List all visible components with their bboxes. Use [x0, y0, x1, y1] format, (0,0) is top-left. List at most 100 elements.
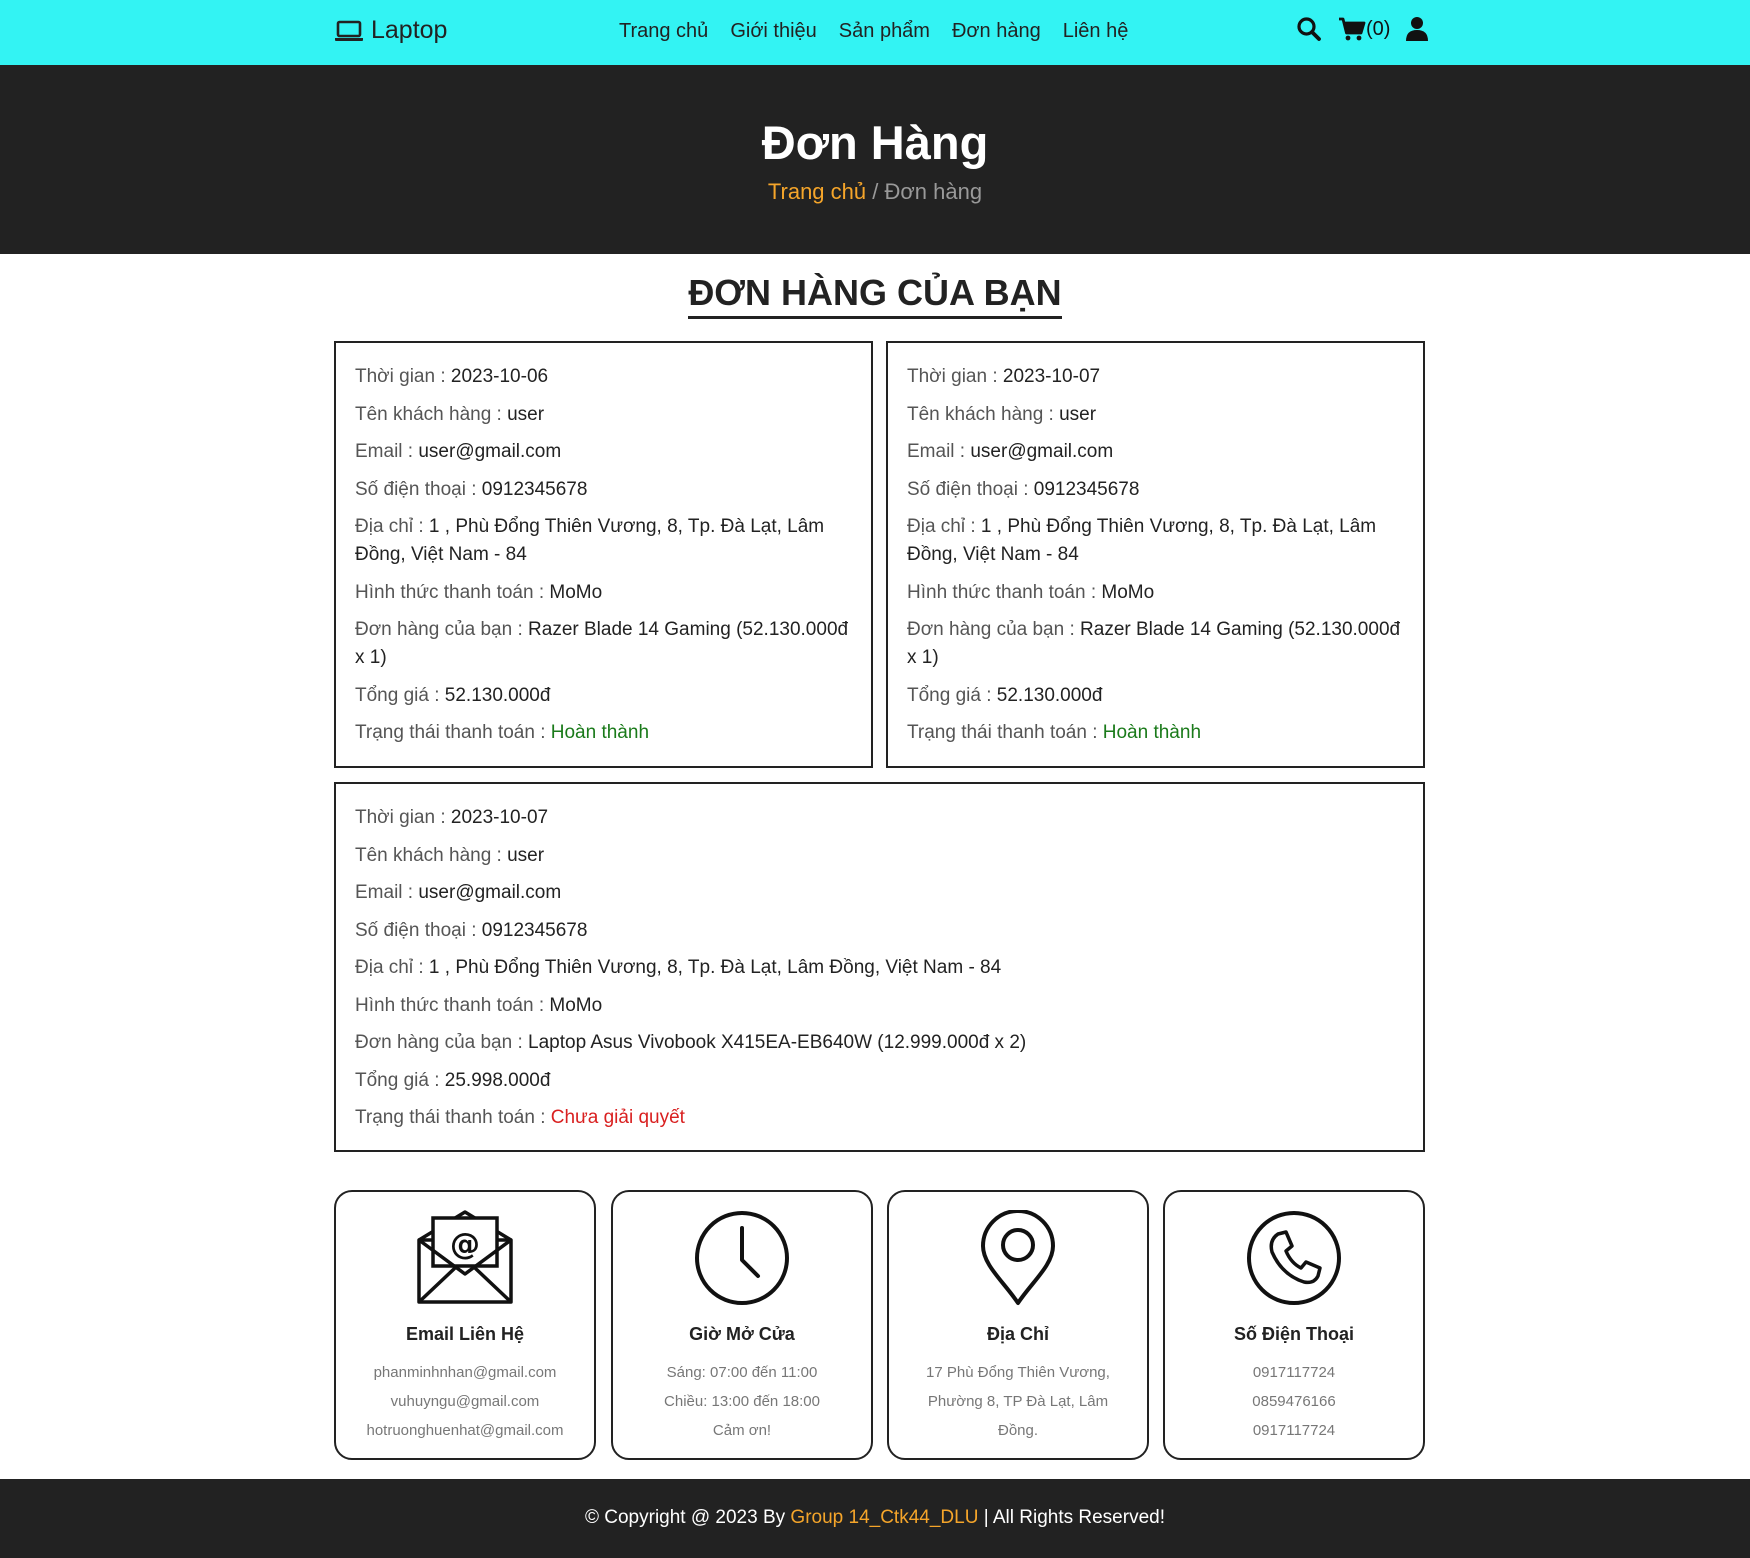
order-customer-label: Tên khách hàng : [907, 403, 1060, 425]
clock-icon [613, 1210, 871, 1306]
order-address-row: Địa chỉ : 1 , Phù Đổng Thiên Vương, 8, T… [355, 513, 852, 569]
order-phone-value: 0912345678 [481, 478, 588, 500]
hours-thanks: Cảm ơn! [712, 1422, 772, 1439]
order-phone-row: Số điện thoại : 0912345678 [355, 476, 852, 504]
brand-logo[interactable]: Laptop [334, 16, 447, 45]
order-status-value: Hoàn thành [550, 722, 650, 743]
main-nav: Trang chủ Giới thiệu Sản phẩm Đơn hàng L… [619, 20, 1150, 43]
contact-card-email: @ Email Liên Hệ phanminhnhan@gmail.com v… [334, 1190, 596, 1460]
order-address-row: Địa chỉ : 1 , Phù Đổng Thiên Vương, 8, T… [907, 513, 1404, 569]
footer-group-link[interactable]: Group 14_Ctk44_DLU [790, 1507, 978, 1528]
order-email-row: Email : user@gmail.com [907, 438, 1404, 466]
order-total-row: Tổng giá : 52.130.000đ [907, 682, 1404, 710]
order-status-row: Trạng thái thanh toán : Chưa giải quyết [355, 1104, 1404, 1132]
order-items-row: Đơn hàng của bạn : Laptop Asus Vivobook … [355, 1029, 1404, 1057]
nav-item-home[interactable]: Trang chủ [619, 20, 708, 43]
address-line-3: Đồng. [997, 1422, 1039, 1439]
order-items-label: Đơn hàng của bạn : [355, 1032, 529, 1053]
order-address-row: Địa chỉ : 1 , Phù Đổng Thiên Vương, 8, T… [355, 954, 1404, 982]
contact-email-2[interactable]: vuhuyngu@gmail.com [346, 1387, 584, 1416]
order-status-value: Chưa giải quyết [550, 1107, 685, 1128]
order-payment-row: Hình thức thanh toán : MoMo [907, 579, 1404, 607]
order-time-label: Thời gian : [907, 366, 1003, 387]
breadcrumb-current: Đơn hàng [884, 179, 983, 204]
order-customer-label: Tên khách hàng : [355, 403, 508, 425]
contact-card-title: Giờ Mở Cửa [689, 1324, 795, 1344]
order-email-value: user@gmail.com [418, 441, 562, 462]
order-payment-value: MoMo [549, 581, 603, 603]
contact-card-title: Địa Chỉ [986, 1324, 1049, 1344]
order-payment-label: Hình thức thanh toán : [355, 581, 550, 603]
nav-item-products[interactable]: Sản phẩm [839, 20, 930, 43]
phone-number-1[interactable]: 0917117724 [1175, 1358, 1413, 1387]
order-customer-row: Tên khách hàng : user [355, 401, 852, 429]
laptop-icon [335, 20, 363, 41]
nav-item-contact[interactable]: Liên hệ [1063, 20, 1129, 43]
order-total-value: 52.130.000đ [996, 684, 1103, 706]
order-total-label: Tổng giá : [355, 1069, 445, 1091]
order-email-label: Email : [907, 441, 971, 462]
cart-button[interactable]: (0) [1338, 16, 1390, 42]
search-icon[interactable] [1296, 16, 1322, 42]
order-payment-value: MoMo [1101, 581, 1155, 603]
address-line-2: Phường 8, TP Đà Lạt, Lâm [927, 1393, 1109, 1410]
order-items-row: Đơn hàng của bạn : Razer Blade 14 Gaming… [355, 616, 852, 672]
order-status-label: Trạng thái thanh toán : [907, 722, 1103, 743]
order-customer-value: user [1059, 403, 1097, 425]
svg-text:@: @ [450, 1227, 480, 1262]
order-customer-value: user [507, 403, 545, 425]
footer-rights: | All Rights Reserved! [978, 1507, 1165, 1528]
phone-icon [1165, 1210, 1423, 1306]
order-customer-row: Tên khách hàng : user [355, 842, 1404, 870]
order-email-value: user@gmail.com [418, 882, 562, 903]
order-payment-label: Hình thức thanh toán : [907, 581, 1102, 603]
order-items-value: Laptop Asus Vivobook X415EA-EB640W (12.9… [528, 1032, 1027, 1053]
order-time-label: Thời gian : [355, 807, 451, 828]
envelope-icon: @ [336, 1210, 594, 1306]
contact-card-hours: Giờ Mở Cửa Sáng: 07:00 đến 11:00 Chiều: … [611, 1190, 873, 1460]
phone-number-3[interactable]: 0917117724 [1175, 1416, 1413, 1445]
breadcrumb: Trang chủ / Đơn hàng [0, 179, 1750, 205]
order-items-label: Đơn hàng của bạn : [907, 619, 1081, 640]
order-payment-label: Hình thức thanh toán : [355, 994, 550, 1016]
hours-morning: Sáng: 07:00 đến 11:00 [666, 1364, 818, 1381]
footer-copyright-prefix: © Copyright @ 2023 By [584, 1507, 791, 1528]
header-actions: (0) [1296, 16, 1429, 42]
order-card: Thời gian : 2023-10-06 Tên khách hàng : … [334, 341, 873, 768]
order-email-label: Email : [355, 882, 419, 903]
order-payment-row: Hình thức thanh toán : MoMo [355, 992, 1404, 1020]
order-card: Thời gian : 2023-10-07 Tên khách hàng : … [886, 341, 1425, 768]
contact-card-address: Địa Chỉ 17 Phù Đổng Thiên Vương, Phường … [887, 1190, 1149, 1460]
cart-count: (0) [1366, 17, 1391, 40]
order-total-row: Tổng giá : 52.130.000đ [355, 682, 852, 710]
order-phone-value: 0912345678 [481, 919, 588, 941]
order-total-value: 52.130.000đ [444, 684, 551, 706]
map-pin-icon [889, 1210, 1147, 1306]
order-email-value: user@gmail.com [970, 441, 1114, 462]
order-total-row: Tổng giá : 25.998.000đ [355, 1067, 1404, 1095]
order-time-label: Thời gian : [355, 366, 451, 387]
hours-afternoon: Chiều: 13:00 đến 18:00 [664, 1393, 820, 1410]
contact-card-lines: Sáng: 07:00 đến 11:00 Chiều: 13:00 đến 1… [623, 1358, 861, 1445]
nav-item-about[interactable]: Giới thiệu [730, 20, 816, 43]
cart-icon [1339, 17, 1366, 41]
order-time-row: Thời gian : 2023-10-07 [907, 363, 1404, 391]
contact-email-3[interactable]: hotruonghuenhat@gmail.com [346, 1416, 584, 1445]
page-title: Đơn Hàng [761, 116, 989, 169]
order-address-label: Địa chỉ : [355, 957, 429, 978]
nav-item-orders[interactable]: Đơn hàng [952, 20, 1041, 43]
breadcrumb-separator: / [866, 179, 885, 204]
user-icon[interactable] [1406, 16, 1429, 42]
order-email-label: Email : [355, 441, 419, 462]
order-status-row: Trạng thái thanh toán : Hoàn thành [907, 719, 1404, 747]
order-items-row: Đơn hàng của bạn : Razer Blade 14 Gaming… [907, 616, 1404, 672]
contact-card-title: Email Liên Hệ [405, 1324, 525, 1344]
phone-number-2[interactable]: 0859476166 [1175, 1387, 1413, 1416]
order-address-label: Địa chỉ : [907, 516, 981, 537]
order-phone-row: Số điện thoại : 0912345678 [907, 476, 1404, 504]
contact-card-lines: 0917117724 0859476166 0917117724 [1175, 1358, 1413, 1445]
contact-card-phone: Số Điện Thoại 0917117724 0859476166 0917… [1163, 1190, 1425, 1460]
breadcrumb-home-link[interactable]: Trang chủ [768, 179, 866, 204]
order-items-label: Đơn hàng của bạn : [355, 619, 529, 640]
contact-email-1[interactable]: phanminhnhan@gmail.com [346, 1358, 584, 1387]
